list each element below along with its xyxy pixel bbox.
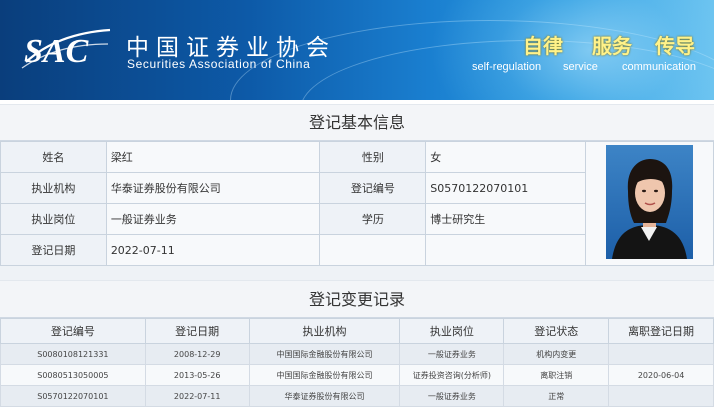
cell-status: 正常 <box>503 385 610 407</box>
table-row: S0080513050005 2013-05-26 中国国际金融股份有限公司 证… <box>0 364 714 386</box>
cell-status: 离职注销 <box>503 364 610 386</box>
table-row: S0080108121331 2008-12-29 中国国际金融股份有限公司 一… <box>0 343 714 365</box>
sac-logo[interactable]: SAC <box>20 22 112 74</box>
reg-date-value: 2022-07-11 <box>105 234 321 266</box>
change-records-table: 登记编号 登记日期 执业机构 执业岗位 登记状态 离职登记日期 S0080108… <box>0 318 714 407</box>
position-label: 执业岗位 <box>0 203 107 235</box>
position-value: 一般证券业务 <box>105 203 321 235</box>
empty-cell <box>319 234 427 266</box>
gender-value: 女 <box>425 141 587 173</box>
cell-position: 一般证券业务 <box>399 385 505 407</box>
name-label: 姓名 <box>0 141 107 173</box>
motto-communication-cn: 传导 <box>655 34 695 58</box>
motto-service-cn: 服务 <box>592 34 632 58</box>
cell-reg-no: S0080513050005 <box>0 364 146 386</box>
name-value: 梁红 <box>105 141 321 173</box>
cell-leave-date: 2020-06-04 <box>608 364 714 386</box>
motto-self-regulation-en: self-regulation <box>472 61 542 73</box>
org-name-en: Securities Association of China <box>127 57 311 71</box>
institution-label: 执业机构 <box>0 172 107 204</box>
cell-position: 证券投资咨询(分析师) <box>399 364 505 386</box>
motto-self-regulation-cn: 自律 <box>523 34 563 58</box>
cell-institution: 中国国际金融股份有限公司 <box>248 343 401 365</box>
education-label: 学历 <box>319 203 427 235</box>
gender-label: 性别 <box>319 141 427 173</box>
cell-position: 一般证券业务 <box>399 343 505 365</box>
cell-leave-date <box>608 385 714 407</box>
column-header: 离职登记日期 <box>608 318 714 344</box>
motto-communication-en: communication <box>622 61 696 73</box>
cell-reg-date: 2008-12-29 <box>144 343 250 365</box>
institution-value: 华泰证券股份有限公司 <box>105 172 321 204</box>
motto-service-en: service <box>563 61 598 73</box>
person-photo <box>606 145 694 259</box>
section-divider <box>0 266 714 280</box>
column-header: 执业岗位 <box>399 318 505 344</box>
cell-reg-no: S0080108121331 <box>0 343 146 365</box>
reg-no-value: S0570122070101 <box>425 172 587 204</box>
cell-reg-date: 2013-05-26 <box>144 364 250 386</box>
cell-institution: 中国国际金融股份有限公司 <box>248 364 401 386</box>
table-header-row: 登记编号 登记日期 执业机构 执业岗位 登记状态 离职登记日期 <box>0 318 714 344</box>
basic-info-title: 登记基本信息 <box>0 104 714 141</box>
photo-cell <box>585 141 714 266</box>
cell-leave-date <box>608 343 714 365</box>
cell-institution: 华泰证券股份有限公司 <box>248 385 401 407</box>
table-row: S0570122070101 2022-07-11 华泰证券股份有限公司 一般证… <box>0 385 714 407</box>
cell-reg-date: 2022-07-11 <box>144 385 250 407</box>
column-header: 执业机构 <box>248 318 401 344</box>
site-banner: SAC 中国证券业协会 Securities Association of Ch… <box>0 0 714 100</box>
reg-no-label: 登记编号 <box>319 172 427 204</box>
reg-date-label: 登记日期 <box>0 234 107 266</box>
column-header: 登记日期 <box>144 318 250 344</box>
education-value: 博士研究生 <box>425 203 587 235</box>
cell-reg-no: S0570122070101 <box>0 385 146 407</box>
empty-cell <box>425 234 587 266</box>
logo-text: SAC <box>24 33 89 70</box>
cell-status: 机构内变更 <box>503 343 610 365</box>
basic-info-table: 姓名 梁红 性别 女 执业机构 华泰证券股份有限公司 登记编号 S0570122… <box>0 141 714 266</box>
column-header: 登记状态 <box>503 318 610 344</box>
change-records-title: 登记变更记录 <box>0 280 714 318</box>
column-header: 登记编号 <box>0 318 146 344</box>
